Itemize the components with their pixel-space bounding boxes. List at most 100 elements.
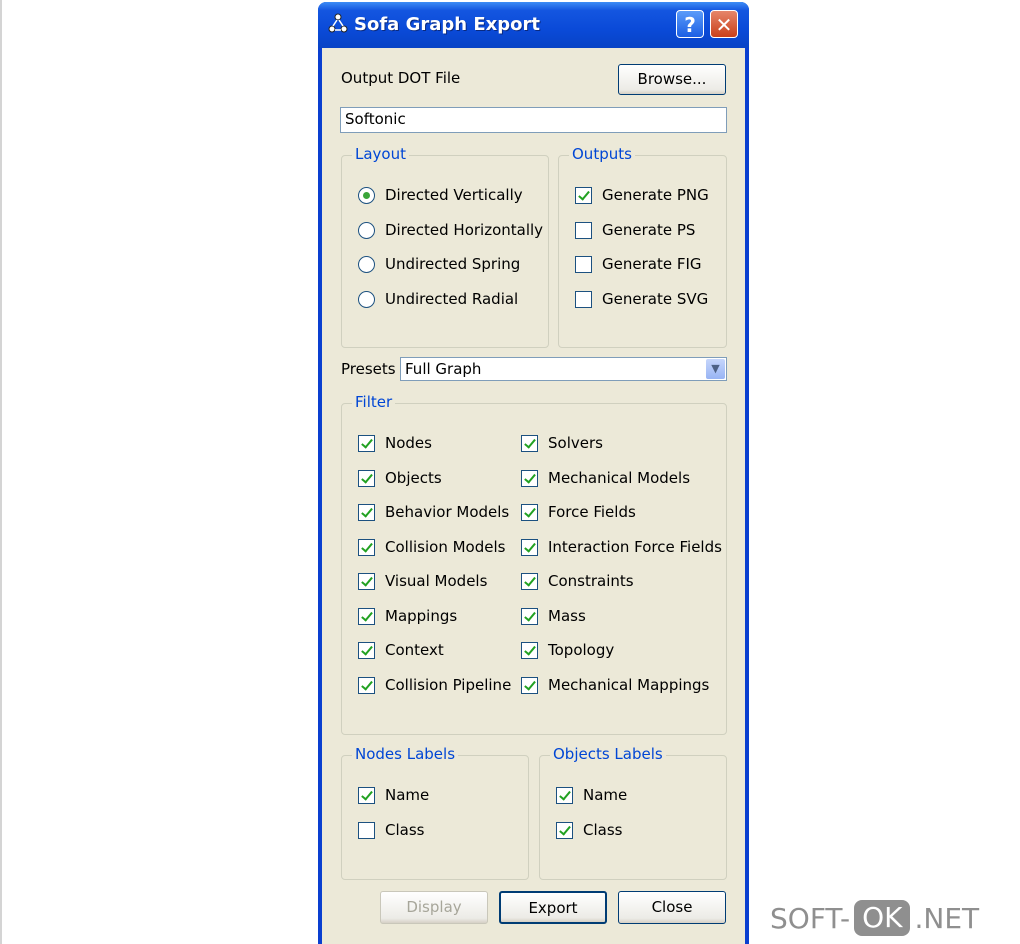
filter-nodes[interactable]: Nodes: [358, 432, 432, 454]
checkbox-generate-svg[interactable]: Generate SVG: [575, 288, 708, 310]
checkbox-label: Generate SVG: [602, 290, 709, 308]
checkbox-indicator[interactable]: [575, 221, 592, 239]
filter-objects[interactable]: Objects: [358, 467, 442, 489]
checkbox-indicator[interactable]: [358, 786, 375, 804]
checkbox-indicator[interactable]: [521, 503, 538, 521]
checkbox-label: Collision Models: [385, 538, 506, 556]
layout-group-title: Layout: [352, 145, 409, 163]
radio-undirected-spring[interactable]: Undirected Spring: [358, 253, 520, 275]
help-button[interactable]: ?: [676, 10, 704, 38]
checkbox-generate-ps[interactable]: Generate PS: [575, 219, 695, 241]
filter-visual-models[interactable]: Visual Models: [358, 570, 487, 592]
filter-mappings[interactable]: Mappings: [358, 605, 457, 627]
radio-directed-vertically[interactable]: Directed Vertically: [358, 184, 523, 206]
filter-constraints[interactable]: Constraints: [521, 570, 634, 592]
filter-behavior-models[interactable]: Behavior Models: [358, 501, 509, 523]
checkbox-label: Name: [385, 786, 430, 804]
export-button[interactable]: Export: [499, 891, 607, 924]
checkbox-label: Generate FIG: [602, 255, 702, 273]
dialog-body: Output DOT File Browse... Softonic Layou…: [322, 48, 745, 944]
filter-force-fields[interactable]: Force Fields: [521, 501, 636, 523]
checkbox-indicator[interactable]: [521, 607, 538, 625]
radio-indicator[interactable]: [358, 221, 375, 239]
display-button[interactable]: Display: [380, 891, 488, 924]
radio-undirected-radial[interactable]: Undirected Radial: [358, 288, 518, 310]
checkbox-label: Collision Pipeline: [385, 676, 512, 694]
checkbox-indicator[interactable]: [358, 434, 375, 452]
checkbox-label: Objects: [385, 469, 442, 487]
checkbox-indicator[interactable]: [556, 786, 573, 804]
filter-collision-models[interactable]: Collision Models: [358, 536, 505, 558]
presets-value: Full Graph: [405, 360, 482, 378]
checkbox-label: Context: [385, 641, 444, 659]
objects-label-class[interactable]: Class: [556, 819, 622, 841]
objects-labels-title: Objects Labels: [550, 745, 666, 763]
checkbox-label: Visual Models: [385, 572, 488, 590]
browse-button[interactable]: Browse...: [618, 64, 726, 95]
checkbox-indicator[interactable]: [521, 641, 538, 659]
title-bar[interactable]: Sofa Graph Export ? ✕: [318, 2, 749, 48]
checkbox-indicator[interactable]: [358, 607, 375, 625]
checkbox-indicator[interactable]: [521, 469, 538, 487]
radio-indicator[interactable]: [358, 255, 375, 273]
checkbox-indicator[interactable]: [358, 538, 375, 556]
checkbox-indicator[interactable]: [556, 821, 573, 839]
filter-interaction-force-fields[interactable]: Interaction Force Fields: [521, 536, 722, 558]
nodes-label-name[interactable]: Name: [358, 784, 429, 806]
checkbox-label: Mass: [548, 607, 586, 625]
page-edge: [0, 0, 2, 944]
close-window-button[interactable]: ✕: [710, 10, 738, 38]
filter-mass[interactable]: Mass: [521, 605, 586, 627]
checkbox-label: Class: [583, 821, 623, 839]
outputs-group: Outputs Generate PNG Generate PS Generat…: [558, 145, 727, 348]
checkbox-indicator[interactable]: [358, 469, 375, 487]
checkbox-indicator[interactable]: [358, 641, 375, 659]
checkbox-indicator[interactable]: [575, 186, 592, 204]
checkbox-indicator[interactable]: [358, 821, 375, 839]
presets-select[interactable]: Full Graph ▼: [400, 357, 727, 381]
watermark-right: .NET: [914, 901, 980, 935]
radio-label: Directed Vertically: [385, 186, 523, 204]
filter-mechanical-mappings[interactable]: Mechanical Mappings: [521, 674, 709, 696]
watermark: SOFT- OK .NET: [770, 900, 979, 936]
checkbox-indicator[interactable]: [521, 434, 538, 452]
radio-indicator[interactable]: [358, 290, 375, 308]
watermark-left: SOFT-: [770, 901, 851, 935]
checkbox-generate-png[interactable]: Generate PNG: [575, 184, 709, 206]
filter-topology[interactable]: Topology: [521, 639, 614, 661]
filter-context[interactable]: Context: [358, 639, 444, 661]
checkbox-indicator[interactable]: [521, 538, 538, 556]
outputs-group-title: Outputs: [569, 145, 635, 163]
filter-group-title: Filter: [352, 393, 396, 411]
checkbox-indicator[interactable]: [358, 676, 375, 694]
filter-solvers[interactable]: Solvers: [521, 432, 603, 454]
checkbox-label: Name: [583, 786, 628, 804]
checkbox-label: Behavior Models: [385, 503, 510, 521]
checkbox-generate-fig[interactable]: Generate FIG: [575, 253, 702, 275]
radio-label: Undirected Radial: [385, 290, 519, 308]
checkbox-indicator[interactable]: [358, 503, 375, 521]
chevron-down-icon[interactable]: ▼: [706, 359, 725, 379]
checkbox-label: Mechanical Models: [548, 469, 691, 487]
radio-directed-horizontally[interactable]: Directed Horizontally: [358, 219, 543, 241]
checkbox-indicator[interactable]: [521, 572, 538, 590]
nodes-labels-title: Nodes Labels: [352, 745, 459, 763]
checkbox-indicator[interactable]: [358, 572, 375, 590]
output-file-input[interactable]: Softonic: [340, 107, 727, 133]
nodes-label-class[interactable]: Class: [358, 819, 424, 841]
filter-collision-pipeline[interactable]: Collision Pipeline: [358, 674, 511, 696]
checkbox-indicator[interactable]: [521, 676, 538, 694]
checkbox-label: Mappings: [385, 607, 458, 625]
filter-group: Filter Nodes Objects Behavior Models Col…: [341, 393, 727, 735]
dialog-window: Sofa Graph Export ? ✕ Output DOT File Br…: [318, 2, 749, 944]
watermark-ok: OK: [854, 900, 911, 936]
checkbox-indicator[interactable]: [575, 290, 592, 308]
filter-mechanical-models[interactable]: Mechanical Models: [521, 467, 690, 489]
close-button[interactable]: Close: [618, 891, 726, 924]
presets-label: Presets: [341, 360, 396, 378]
objects-label-name[interactable]: Name: [556, 784, 627, 806]
checkbox-label: Interaction Force Fields: [548, 538, 722, 556]
radio-indicator[interactable]: [358, 186, 375, 204]
output-file-label: Output DOT File: [341, 69, 461, 87]
checkbox-indicator[interactable]: [575, 255, 592, 273]
